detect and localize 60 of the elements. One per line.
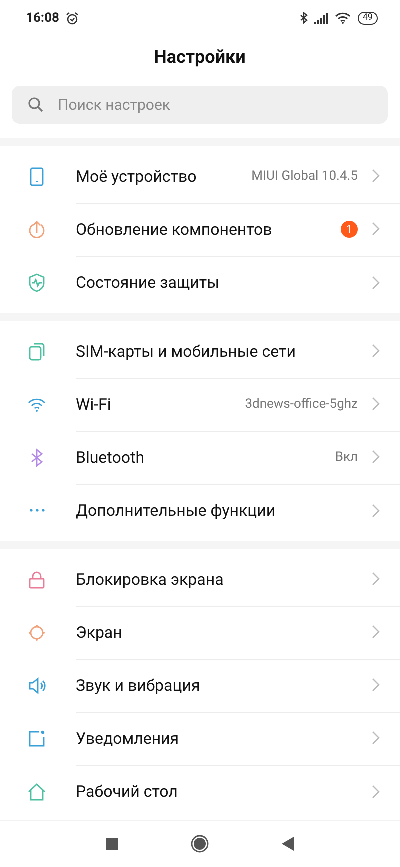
chevron-icon: [372, 344, 380, 358]
settings-item[interactable]: Экран: [0, 606, 400, 659]
signal-icon: [314, 12, 329, 24]
settings-item[interactable]: Блокировка экрана: [0, 553, 400, 606]
settings-item[interactable]: Моё устройство MIUI Global 10.4.5: [0, 150, 400, 203]
home-button[interactable]: [191, 835, 209, 853]
chevron-icon: [372, 450, 380, 464]
item-label: SIM-карты и мобильные сети: [76, 342, 297, 360]
count-badge: 1: [341, 220, 358, 238]
chevron-icon: [372, 397, 380, 411]
item-label: Уведомления: [76, 728, 180, 748]
chevron-icon: [372, 504, 380, 518]
chevron-icon: [372, 222, 380, 236]
settings-item[interactable]: Обновление компонентов 1: [0, 203, 400, 256]
page-title: Настройки: [153, 46, 247, 70]
search-icon: [28, 97, 44, 113]
bluetooth-icon: [300, 12, 308, 24]
brightness-icon: [27, 622, 47, 642]
chevron-icon: [372, 731, 380, 745]
chevron-icon: [372, 572, 380, 586]
battery-level: 49: [358, 12, 378, 24]
item-label: Wi-Fi: [76, 394, 112, 414]
speaker-icon: [27, 676, 47, 696]
item-label: Моё устройство: [76, 166, 198, 186]
settings-item[interactable]: Wi-Fi 3dnews-office-5ghz: [0, 378, 400, 431]
chevron-icon: [372, 784, 380, 798]
house-icon: [27, 782, 47, 802]
more-icon: [30, 509, 44, 512]
chevron-icon: [372, 169, 380, 183]
item-value: MIUI Global 10.4.5: [252, 168, 358, 184]
chevron-icon: [372, 625, 380, 639]
item-label: Рабочий стол: [76, 782, 179, 801]
settings-item[interactable]: Уведомления: [0, 712, 400, 765]
shield-icon: [27, 272, 47, 292]
lock-icon: [27, 570, 47, 590]
item-label: Обновление компонентов: [76, 220, 274, 238]
clock-time: 16:08: [26, 10, 60, 26]
item-label: Звук и вибрация: [76, 676, 202, 694]
settings-item[interactable]: Рабочий стол: [0, 765, 400, 818]
chevron-icon: [372, 276, 380, 290]
item-value: 3dnews-office-5ghz: [245, 396, 358, 412]
item-label: Экран: [76, 622, 124, 642]
cards-icon: [27, 342, 47, 362]
settings-item[interactable]: Дополнительные функции: [0, 484, 400, 537]
search-field[interactable]: Поиск настроек: [12, 86, 388, 124]
settings-item[interactable]: Звук и вибрация: [0, 659, 400, 712]
wifi-icon: [334, 12, 352, 24]
item-value: Вкл: [335, 450, 358, 464]
chevron-icon: [372, 678, 380, 692]
item-label: Дополнительные функции: [76, 501, 277, 520]
item-label: Bluetooth: [76, 448, 146, 466]
item-label: Блокировка экрана: [76, 570, 225, 588]
settings-item[interactable]: Bluetooth Вкл: [0, 431, 400, 484]
item-label: Состояние защиты: [76, 273, 221, 292]
settings-item[interactable]: Состояние защиты: [0, 256, 400, 309]
settings-item[interactable]: SIM-карты и мобильные сети: [0, 325, 400, 378]
upload-icon: [27, 220, 47, 240]
notification-icon: [27, 728, 47, 748]
back-button[interactable]: [282, 837, 294, 851]
alarm-icon: [66, 12, 78, 24]
